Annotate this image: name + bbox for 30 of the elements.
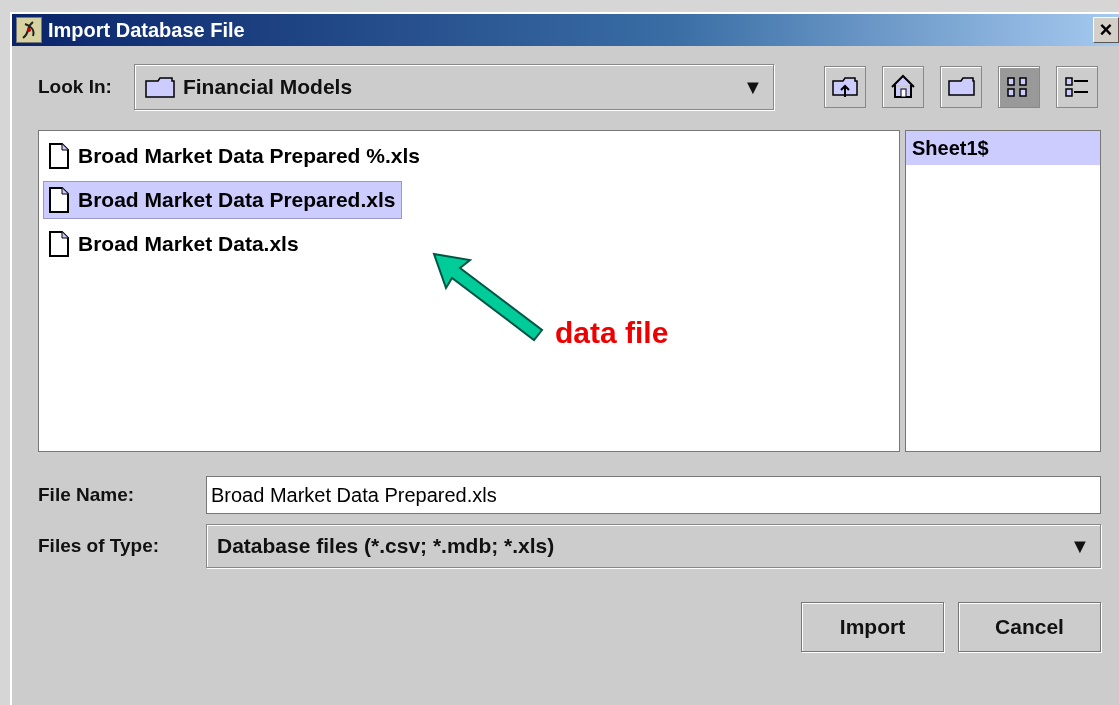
file-type-label: Files of Type: — [38, 535, 161, 557]
dialog-button[interactable]: Import — [801, 602, 944, 652]
file-name-field[interactable]: Broad Market Data Prepared.xls — [206, 476, 1101, 514]
toolbar-button[interactable] — [823, 66, 866, 108]
toolbar-button[interactable] — [881, 66, 924, 108]
toolbar-button[interactable] — [1055, 66, 1098, 108]
close-button[interactable]: × — [1093, 17, 1119, 43]
file-name-label: File Name: — [38, 484, 136, 506]
document-icon — [48, 230, 70, 258]
details-view-icon — [1065, 77, 1089, 97]
app-icon — [16, 17, 42, 43]
home-icon — [890, 74, 915, 98]
toolbar-button[interactable] — [939, 66, 982, 108]
window-title: Import Database File — [48, 18, 246, 42]
look-in-label: Look In: — [38, 76, 112, 98]
document-icon — [48, 186, 70, 214]
look-in-dropdown[interactable]: Financial Models ▼ — [133, 64, 774, 110]
annotation-label: data file — [555, 316, 669, 350]
list-view-icon — [1007, 77, 1027, 97]
folder-icon — [948, 77, 975, 96]
dialog-button[interactable]: Cancel — [958, 602, 1101, 652]
folder-icon — [144, 76, 175, 98]
file-item[interactable]: Broad Market Data.xls — [43, 225, 306, 263]
file-type-dropdown[interactable]: Database files (*.csv; *.mdb; *.xls) ▼ — [206, 524, 1101, 568]
sheet-item[interactable]: Sheet1$ — [906, 131, 1100, 165]
folder-up-icon — [832, 77, 858, 98]
file-item[interactable]: Broad Market Data Prepared %.xls — [43, 137, 427, 175]
file-item[interactable]: Broad Market Data Prepared.xls — [43, 181, 403, 219]
toolbar-button[interactable] — [997, 66, 1040, 108]
document-icon — [48, 142, 70, 170]
